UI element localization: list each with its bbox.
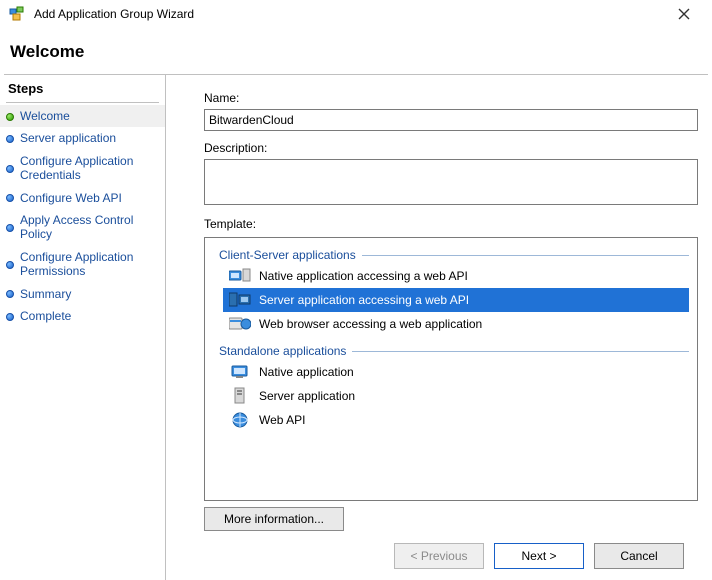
step-configure-permissions[interactable]: Configure Application Permissions	[0, 246, 165, 283]
more-information-button[interactable]: More information...	[204, 507, 344, 531]
bullet-icon	[6, 290, 14, 298]
steps-title: Steps	[0, 81, 165, 100]
group-client-server: Client-Server applications	[219, 248, 689, 262]
step-label: Welcome	[20, 109, 70, 123]
step-access-control[interactable]: Apply Access Control Policy	[0, 209, 165, 246]
description-input[interactable]	[204, 159, 698, 205]
step-configure-web-api[interactable]: Configure Web API	[0, 187, 165, 209]
template-label: Native application	[259, 365, 354, 379]
group-title: Client-Server applications	[219, 248, 356, 262]
template-native-app[interactable]: Native application	[223, 360, 689, 384]
page-title: Welcome	[0, 28, 712, 72]
bullet-icon	[6, 313, 14, 321]
template-label: Template:	[204, 217, 698, 231]
template-web-api[interactable]: Web API	[223, 408, 689, 432]
step-label: Server application	[20, 131, 116, 145]
app-icon	[6, 5, 28, 23]
step-label: Configure Web API	[20, 191, 122, 205]
template-label: Server application	[259, 389, 355, 403]
bullet-icon	[6, 224, 14, 232]
steps-sidebar: Steps Welcome Server application Configu…	[0, 75, 166, 580]
titlebar: Add Application Group Wizard	[0, 0, 712, 28]
bullet-icon	[6, 113, 14, 121]
template-label: Native application accessing a web API	[259, 269, 468, 283]
bullet-icon	[6, 165, 14, 173]
template-label: Server application accessing a web API	[259, 293, 469, 307]
template-list: Client-Server applications Native applic…	[204, 237, 698, 501]
template-label: Web browser accessing a web application	[259, 317, 482, 331]
step-welcome[interactable]: Welcome	[0, 105, 165, 127]
previous-button: < Previous	[394, 543, 484, 569]
template-browser-webapp[interactable]: Web browser accessing a web application	[223, 312, 689, 336]
bullet-icon	[6, 194, 14, 202]
step-label: Apply Access Control Policy	[20, 213, 157, 242]
template-server-app[interactable]: Server application	[223, 384, 689, 408]
group-standalone: Standalone applications	[219, 344, 689, 358]
step-configure-credentials[interactable]: Configure Application Credentials	[0, 150, 165, 187]
close-button[interactable]	[664, 2, 704, 26]
window-title: Add Application Group Wizard	[34, 7, 664, 21]
bullet-icon	[6, 261, 14, 269]
step-server-application[interactable]: Server application	[0, 127, 165, 149]
step-label: Configure Application Permissions	[20, 250, 157, 279]
footer-buttons: < Previous Next > Cancel	[204, 531, 698, 573]
server-client-api-icon	[229, 291, 251, 309]
native-client-api-icon	[229, 267, 251, 285]
name-label: Name:	[204, 91, 698, 105]
next-button[interactable]: Next >	[494, 543, 584, 569]
template-label: Web API	[259, 413, 305, 427]
divider	[352, 351, 689, 352]
bullet-icon	[6, 135, 14, 143]
web-api-icon	[229, 411, 251, 429]
step-summary[interactable]: Summary	[0, 283, 165, 305]
divider	[6, 102, 159, 103]
name-input[interactable]	[204, 109, 698, 131]
template-native-client-api[interactable]: Native application accessing a web API	[223, 264, 689, 288]
step-label: Configure Application Credentials	[20, 154, 157, 183]
content-pane: Name: Description: Template: Client-Serv…	[166, 75, 712, 580]
server-app-icon	[229, 387, 251, 405]
divider	[362, 255, 689, 256]
step-label: Summary	[20, 287, 71, 301]
group-title: Standalone applications	[219, 344, 346, 358]
template-server-client-api[interactable]: Server application accessing a web API	[223, 288, 689, 312]
step-label: Complete	[20, 309, 71, 323]
description-label: Description:	[204, 141, 698, 155]
cancel-button[interactable]: Cancel	[594, 543, 684, 569]
browser-webapp-icon	[229, 315, 251, 333]
step-complete[interactable]: Complete	[0, 305, 165, 327]
native-app-icon	[229, 363, 251, 381]
